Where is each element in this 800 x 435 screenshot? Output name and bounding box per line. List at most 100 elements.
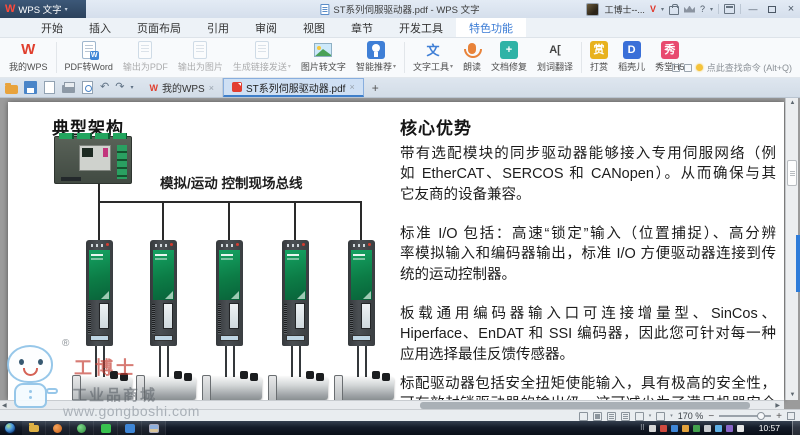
taskbar-app-green[interactable] <box>70 421 94 435</box>
bus-drop-line <box>360 203 362 240</box>
document-tab-bar: ↶ ↷ ▾ W 我的WPS × ST系列伺服驱动器.pdf × + <box>0 78 800 98</box>
export-icon[interactable] <box>44 81 55 94</box>
redo-icon[interactable]: ↷ <box>115 81 124 94</box>
fieldbus-line <box>98 201 362 203</box>
close-tab-icon[interactable]: × <box>209 83 214 93</box>
vertical-scrollbar-thumb[interactable] <box>787 160 797 186</box>
pdf-to-word-button[interactable]: W PDF转Word <box>60 38 118 77</box>
tray-expand-icon[interactable]: ⠿ <box>640 424 645 432</box>
scroll-down-icon[interactable]: ▼ <box>786 392 799 398</box>
two-page-view-icon[interactable] <box>621 412 630 421</box>
paragraph: 带有选配模块的同步驱动器能够接入专用伺服网络（例 如 EtherCAT、SERC… <box>400 144 776 205</box>
start-button[interactable] <box>4 422 16 434</box>
tab-special-features[interactable]: 特色功能 <box>456 18 526 37</box>
tray-icon[interactable] <box>726 425 733 432</box>
zoom-out-button[interactable]: − <box>708 411 714 422</box>
tray-icon[interactable] <box>704 425 711 432</box>
tray-icon[interactable] <box>682 425 689 432</box>
tray-icon[interactable] <box>660 425 667 432</box>
taskbar-app-blue[interactable] <box>118 421 142 435</box>
zoom-slider[interactable] <box>719 415 771 417</box>
servo-drive <box>86 240 113 346</box>
print-preview-icon[interactable] <box>82 81 93 94</box>
zoom-slider-knob[interactable] <box>757 412 765 420</box>
watermark-brand: 工博士 <box>74 354 137 380</box>
close-button[interactable]: × <box>784 3 798 15</box>
wps-app-menu-button[interactable]: W WPS 文字 ▾ <box>0 0 86 18</box>
fullscreen-icon[interactable] <box>787 412 795 420</box>
taskbar-app-wechat[interactable] <box>94 421 118 435</box>
text-tools-button[interactable]: 文 文字工具▾ <box>408 38 458 77</box>
tray-icon[interactable] <box>715 425 722 432</box>
chevron-down-icon[interactable]: ▾ <box>649 413 652 419</box>
tray-icon[interactable] <box>649 425 656 432</box>
find-command-hint[interactable]: 点此查找命令 (Alt+Q) <box>672 61 792 74</box>
doc-repair-button[interactable]: + 文档修复 <box>486 38 532 77</box>
wps-window: W WPS 文字 ▾ ST系列伺服驱动器.pdf - WPS 文字 工博士--.… <box>0 0 800 435</box>
user-avatar[interactable] <box>586 3 599 16</box>
share-link-button[interactable]: 生成链接发送▾ <box>228 38 296 77</box>
scroll-right-icon[interactable]: ▶ <box>775 402 780 409</box>
tab-page-layout[interactable]: 页面布局 <box>124 18 194 37</box>
horizontal-scrollbar-thumb[interactable] <box>420 402 750 409</box>
export-image-button[interactable]: 输出为图片 <box>173 38 228 77</box>
new-tab-button[interactable]: + <box>364 78 387 97</box>
page-mode-icon[interactable] <box>635 412 644 421</box>
doc-tab-my-wps[interactable]: W 我的WPS × <box>141 78 223 97</box>
doc-tab-pdf[interactable]: ST系列伺服驱动器.pdf × <box>223 78 364 97</box>
tab-insert[interactable]: 插入 <box>76 18 124 37</box>
print-icon[interactable] <box>62 85 75 93</box>
chevron-down-icon[interactable]: ▾ <box>670 413 673 419</box>
read-aloud-button[interactable]: 朗读 <box>458 38 486 77</box>
customize-toolbar-chevron-icon[interactable]: ▾ <box>130 84 133 91</box>
fit-page-icon[interactable] <box>579 412 588 421</box>
word-translate-button[interactable]: A[ 划词翻译 <box>532 38 578 77</box>
image-to-text-button[interactable]: 图片转文字 <box>296 38 351 77</box>
export-pdf-button[interactable]: 输出为PDF <box>118 38 173 77</box>
user-name[interactable]: 工博士--... <box>604 3 645 16</box>
account-chevron-down-icon[interactable]: ▾ <box>661 6 664 13</box>
tab-home[interactable]: 开始 <box>28 18 76 37</box>
zoom-level[interactable]: 170 % <box>678 411 704 421</box>
collapse-ribbon-icon[interactable] <box>724 4 735 14</box>
doc-state-icon <box>684 64 692 72</box>
docer-button[interactable]: D 稻壳儿 <box>613 38 650 77</box>
continuous-view-icon[interactable] <box>607 412 616 421</box>
tab-references[interactable]: 引用 <box>194 18 242 37</box>
taskbar-app-orange[interactable] <box>46 421 70 435</box>
sidebar-handle[interactable] <box>796 235 800 292</box>
smart-recommend-button[interactable]: 智能推荐▾ <box>351 38 401 77</box>
close-tab-icon[interactable]: × <box>349 82 354 92</box>
find-command-text: 点此查找命令 (Alt+Q) <box>707 61 792 74</box>
taskbar-app-explorer[interactable] <box>22 421 46 435</box>
tray-icon[interactable] <box>737 425 744 432</box>
help-chevron-down-icon[interactable]: ▾ <box>710 6 713 13</box>
maximize-button[interactable] <box>768 6 776 13</box>
document-tabs: W 我的WPS × ST系列伺服驱动器.pdf × <box>141 78 363 97</box>
tab-review[interactable]: 审阅 <box>242 18 290 37</box>
minimize-button[interactable]: — <box>746 4 760 14</box>
zoom-in-button[interactable]: + <box>776 411 782 422</box>
open-file-icon[interactable] <box>5 85 18 94</box>
divider <box>56 42 57 73</box>
document-viewport[interactable]: 典型架构 模拟/运动 控制现场总线 <box>0 98 800 409</box>
tab-dev-tools[interactable]: 开发工具 <box>386 18 456 37</box>
save-icon[interactable] <box>24 81 37 94</box>
reward-button[interactable]: 赏 打赏 <box>585 38 613 77</box>
tray-icon[interactable] <box>671 425 678 432</box>
taskbar-clock[interactable]: 10:57 <box>759 421 780 435</box>
scroll-up-icon[interactable]: ▲ <box>786 100 799 106</box>
help-button[interactable]: ? <box>700 4 705 14</box>
membership-crown-icon[interactable] <box>684 6 695 13</box>
system-tray: ⠿ <box>640 421 744 435</box>
undo-icon[interactable]: ↶ <box>100 81 109 94</box>
my-wps-button[interactable]: W 我的WPS <box>4 38 53 77</box>
tab-section[interactable]: 章节 <box>338 18 386 37</box>
briefcase-icon[interactable] <box>669 6 679 15</box>
taskbar-app-photos[interactable] <box>142 421 166 435</box>
eye-protect-icon[interactable] <box>656 412 665 421</box>
show-desktop-button[interactable] <box>792 421 800 435</box>
single-page-view-icon[interactable] <box>593 412 602 421</box>
tab-view[interactable]: 视图 <box>290 18 338 37</box>
tray-icon[interactable] <box>693 425 700 432</box>
